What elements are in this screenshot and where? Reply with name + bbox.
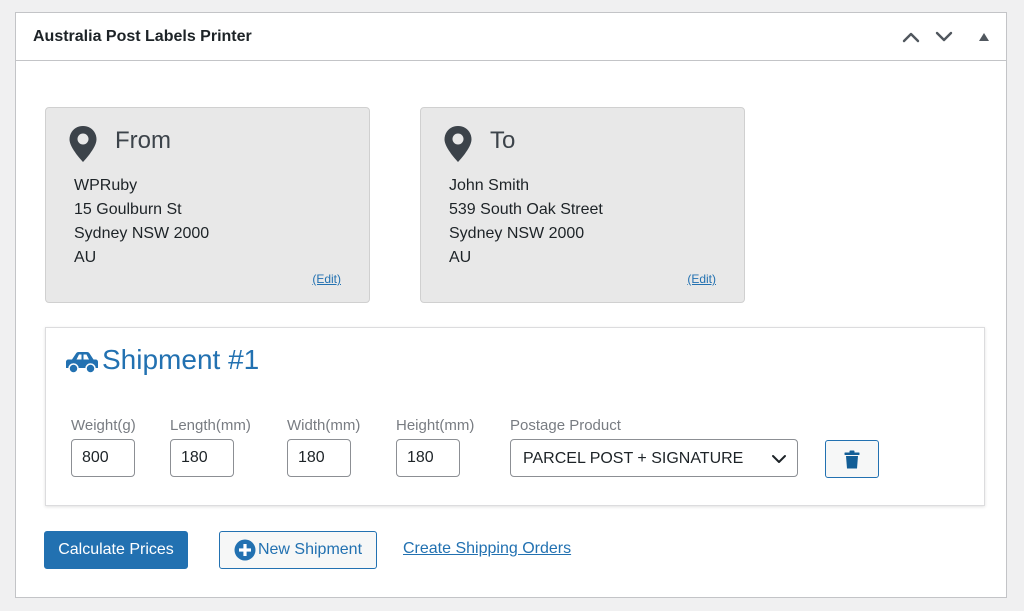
panel-header: Australia Post Labels Printer xyxy=(16,13,1006,61)
postage-product-select[interactable]: PARCEL POST + SIGNATURE xyxy=(510,439,798,477)
car-icon xyxy=(66,352,98,374)
height-input[interactable] xyxy=(396,439,460,477)
height-label: Height(mm) xyxy=(396,417,475,434)
address-line: John Smith xyxy=(449,177,530,194)
weight-field: Weight(g) xyxy=(71,417,136,477)
from-address-lines: WPRuby 15 Goulburn St Sydney NSW 2000 AU xyxy=(74,174,209,270)
chevron-down-icon xyxy=(772,455,786,463)
labels-printer-panel: Australia Post Labels Printer From WPRub… xyxy=(15,12,1007,598)
edit-to-link[interactable]: (Edit) xyxy=(687,272,716,286)
delete-shipment-button[interactable] xyxy=(825,440,879,478)
width-label: Width(mm) xyxy=(287,417,361,434)
to-address-card: To John Smith 539 South Oak Street Sydne… xyxy=(420,107,745,303)
postage-product-label: Postage Product xyxy=(510,417,621,434)
from-heading: From xyxy=(115,127,171,154)
address-line: 15 Goulburn St xyxy=(74,201,182,218)
move-down-button[interactable] xyxy=(932,25,956,49)
triangle-up-icon xyxy=(979,33,989,41)
address-line: Sydney NSW 2000 xyxy=(74,225,210,242)
address-line: 539 South Oak Street xyxy=(449,201,603,218)
length-label: Length(mm) xyxy=(170,417,251,434)
new-shipment-button[interactable]: New Shipment xyxy=(219,531,377,569)
trash-icon xyxy=(844,450,860,468)
move-up-button[interactable] xyxy=(899,25,923,49)
width-field: Width(mm) xyxy=(287,417,361,477)
map-pin-icon xyxy=(444,126,472,162)
to-address-lines: John Smith 539 South Oak Street Sydney N… xyxy=(449,174,603,270)
panel-title: Australia Post Labels Printer xyxy=(33,28,252,45)
to-heading: To xyxy=(490,127,516,154)
map-pin-icon xyxy=(69,126,97,162)
plus-circle-icon xyxy=(234,539,256,561)
weight-input[interactable] xyxy=(71,439,135,477)
collapse-toggle-button[interactable] xyxy=(972,25,996,49)
chevron-up-icon xyxy=(902,32,920,43)
address-line: AU xyxy=(449,249,472,266)
length-input[interactable] xyxy=(170,439,234,477)
postage-product-value: PARCEL POST + SIGNATURE xyxy=(523,450,744,467)
height-field: Height(mm) xyxy=(396,417,475,477)
chevron-down-icon xyxy=(935,31,953,42)
address-line: AU xyxy=(74,249,97,266)
shipment-title: Shipment #1 xyxy=(102,344,260,375)
width-input[interactable] xyxy=(287,439,351,477)
new-shipment-label: New Shipment xyxy=(257,541,363,558)
calculate-prices-button[interactable]: Calculate Prices xyxy=(44,531,188,569)
address-line: WPRuby xyxy=(74,177,138,194)
address-line: Sydney NSW 2000 xyxy=(449,225,585,242)
postage-product-field: Postage Product PARCEL POST + SIGNATURE xyxy=(510,417,798,477)
edit-from-link[interactable]: (Edit) xyxy=(312,272,341,286)
weight-label: Weight(g) xyxy=(71,417,136,434)
length-field: Length(mm) xyxy=(170,417,251,477)
shipment-box: Shipment #1 Weight(g) Length(mm) Width(m… xyxy=(45,327,985,506)
create-shipping-orders-link[interactable]: Create Shipping Orders xyxy=(403,540,571,558)
from-address-card: From WPRuby 15 Goulburn St Sydney NSW 20… xyxy=(45,107,370,303)
